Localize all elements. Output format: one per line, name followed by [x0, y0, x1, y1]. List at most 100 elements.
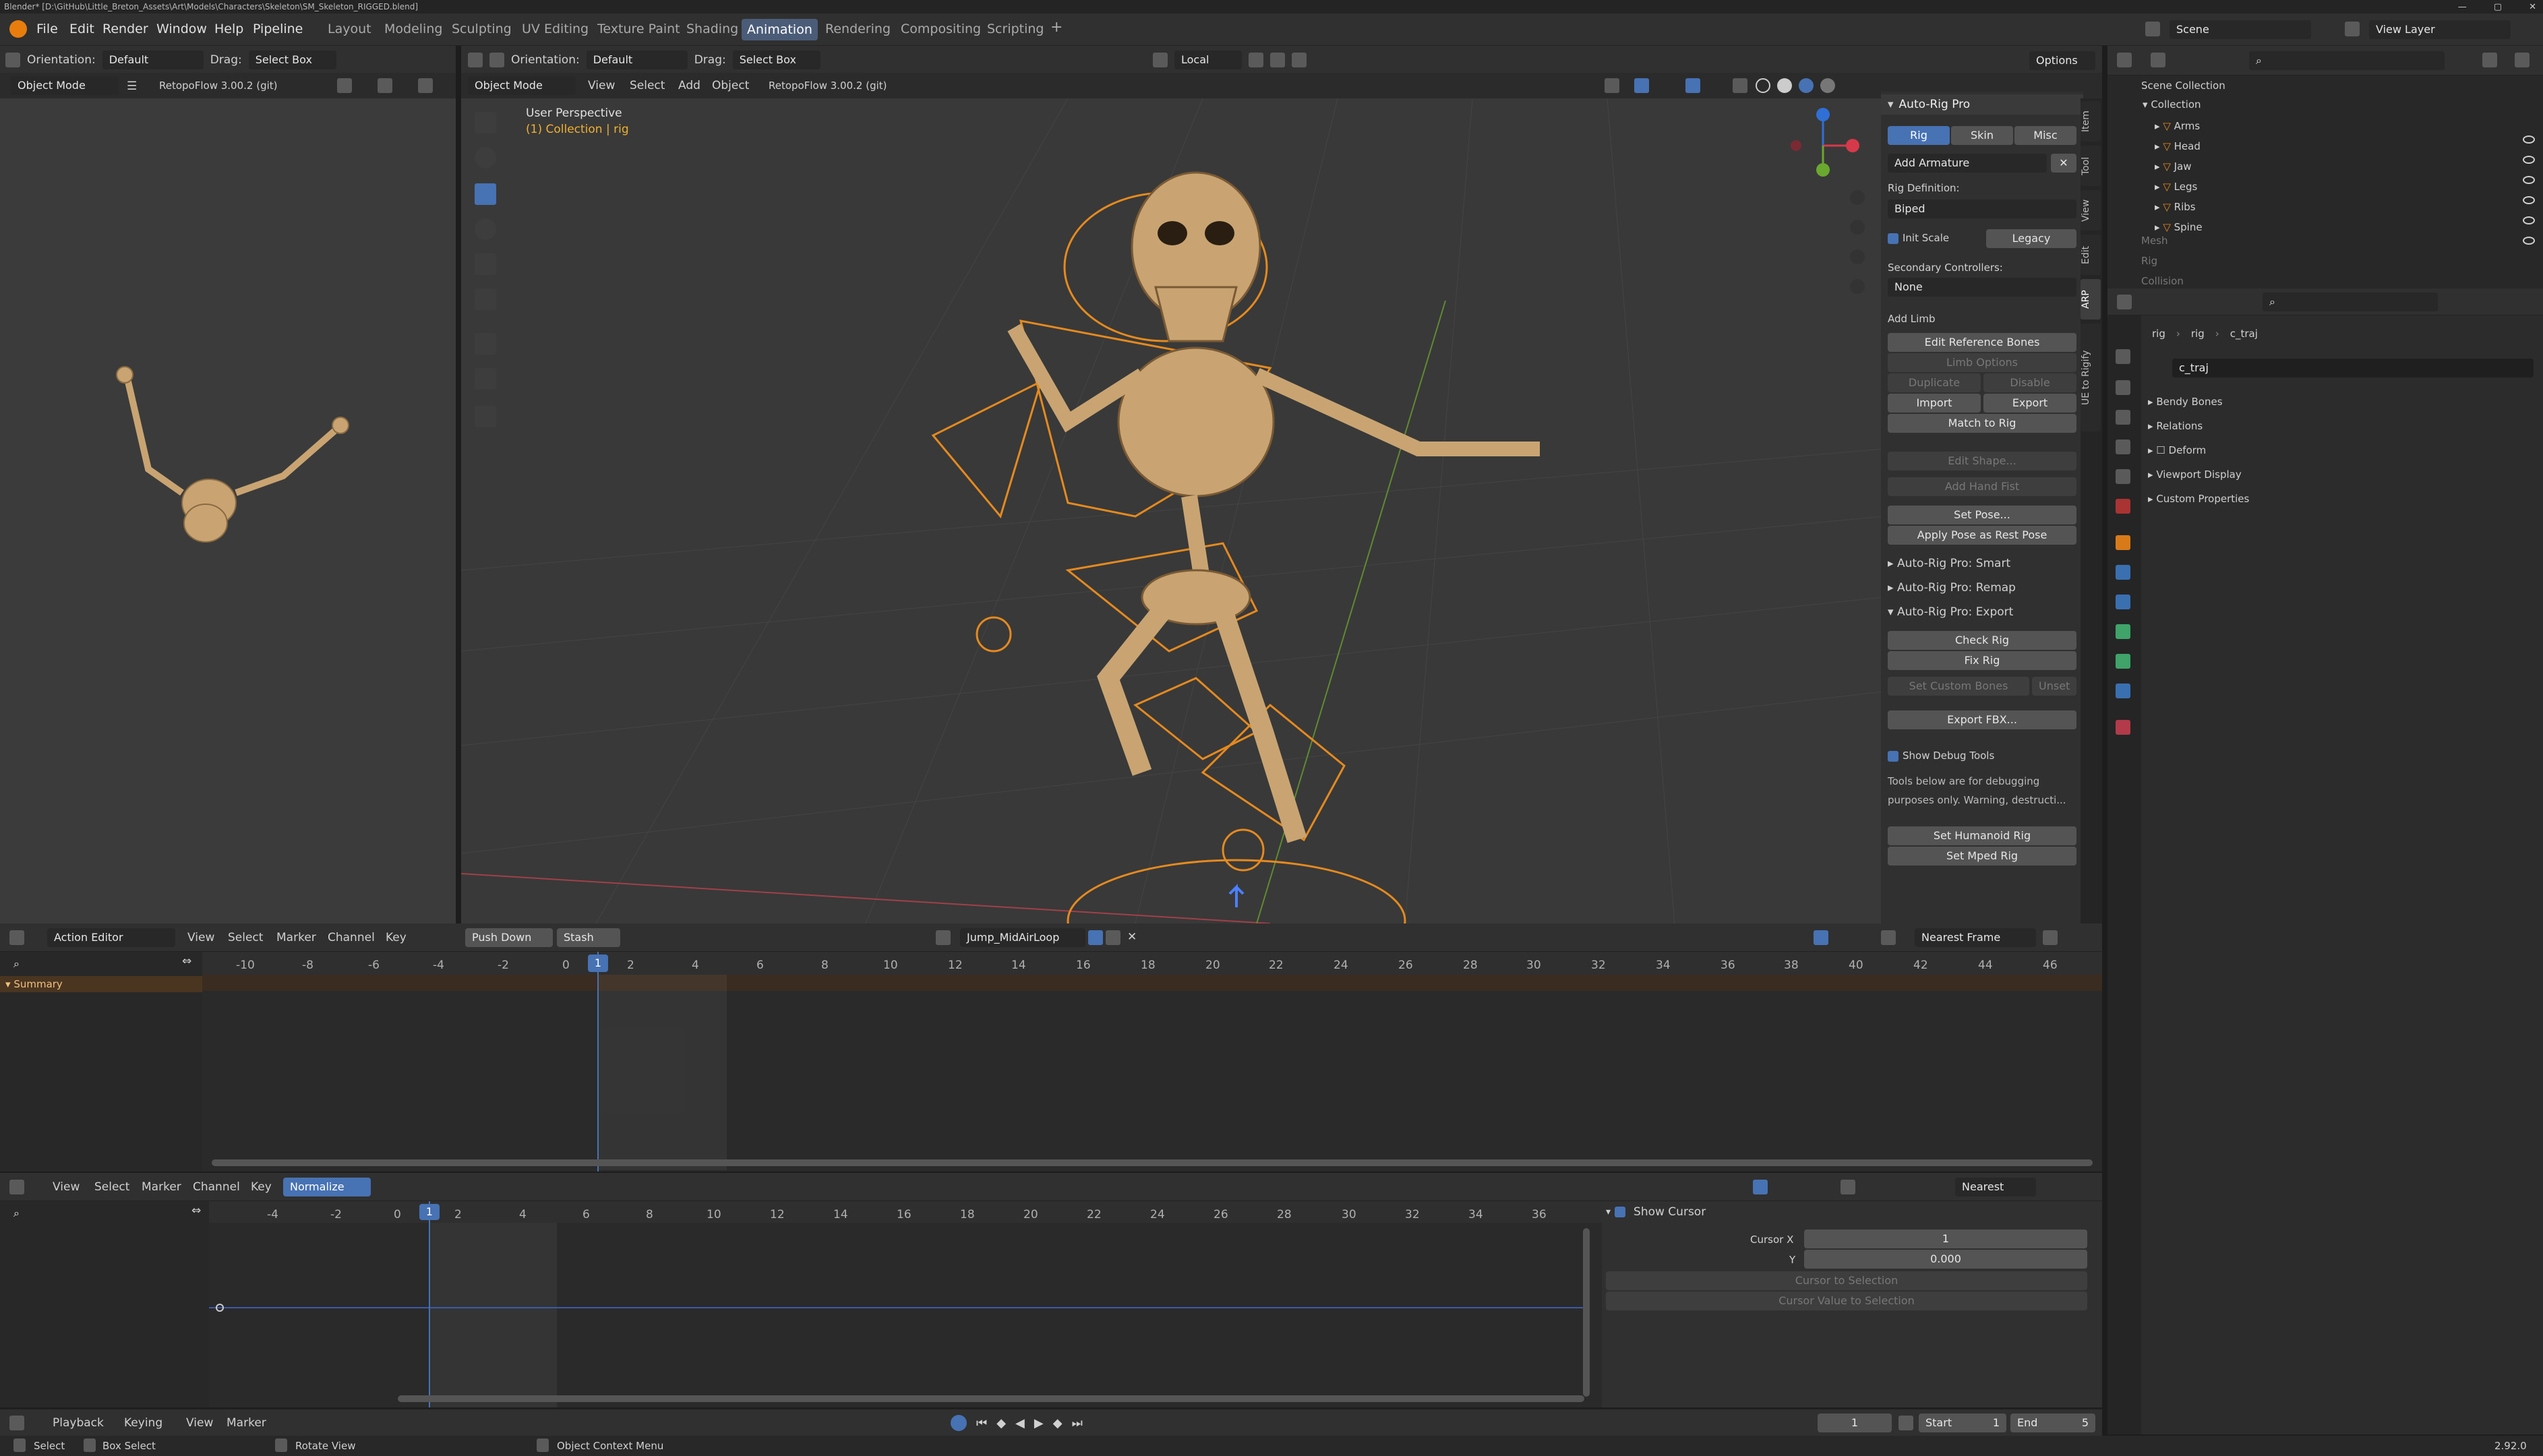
action-name-field[interactable]: Jump_MidAirLoop: [960, 928, 1085, 947]
action-icon[interactable]: [936, 930, 951, 945]
scene-icon[interactable]: [2145, 22, 2160, 36]
edit-reference-bones-button[interactable]: Edit Reference Bones: [1888, 333, 2076, 352]
eye-icon[interactable]: [2523, 156, 2535, 164]
workspace-uv-editing[interactable]: UV Editing: [522, 22, 589, 36]
workspace-animation[interactable]: Animation: [742, 19, 818, 40]
init-scale-checkbox[interactable]: Init Scale: [1888, 232, 1949, 244]
action-menu-key[interactable]: Key: [386, 931, 407, 944]
arp-tab-misc[interactable]: Misc: [2014, 126, 2076, 145]
wireframe-shading-icon[interactable]: [1756, 78, 1770, 93]
export-button[interactable]: Export: [1983, 394, 2076, 413]
workspace-texture-paint[interactable]: Texture Paint: [597, 22, 680, 36]
main-move-tool-icon[interactable]: [489, 53, 504, 67]
current-frame-field[interactable]: 1: [1818, 1414, 1892, 1432]
graph-menu-marker[interactable]: Marker: [142, 1180, 181, 1194]
view-layer-selector[interactable]: View Layer: [2369, 20, 2511, 39]
transform-tool-icon[interactable]: [475, 289, 496, 310]
action-editor-mode-dropdown[interactable]: Action Editor: [47, 928, 175, 947]
workspace-modeling[interactable]: Modeling: [384, 22, 442, 36]
apply-pose-rest-button[interactable]: Apply Pose as Rest Pose: [1888, 526, 2076, 545]
graph-editor-icon[interactable]: [9, 1180, 24, 1194]
eye-icon[interactable]: [2523, 176, 2535, 184]
action-playhead[interactable]: [597, 952, 599, 1172]
left-viewport[interactable]: [0, 98, 456, 923]
outliner-item-ribs[interactable]: ▸ ▽ Ribs: [2155, 197, 2539, 217]
blender-logo-icon[interactable]: [9, 20, 27, 38]
arp-remap-panel[interactable]: ▸ Auto-Rig Pro: Remap: [1888, 581, 2016, 595]
view-layer-icon[interactable]: [2345, 22, 2360, 36]
graph-only-selected-icon[interactable]: [1753, 1180, 1768, 1194]
outliner-item-mesh[interactable]: Mesh: [2141, 231, 2539, 251]
annotate-tool-icon[interactable]: [475, 333, 496, 355]
set-humanoid-rig-button[interactable]: Set Humanoid Rig: [1888, 826, 2076, 845]
export-fbx-button[interactable]: Export FBX...: [1888, 710, 2076, 729]
left-mode-dropdown[interactable]: Object Mode: [11, 76, 119, 95]
graph-menu-channel[interactable]: Channel: [193, 1180, 240, 1194]
legacy-button[interactable]: Legacy: [1986, 229, 2076, 248]
properties-search-input[interactable]: ⌕: [2263, 293, 2438, 311]
match-to-rig-button[interactable]: Match to Rig: [1888, 414, 2076, 433]
timeline-editor-icon[interactable]: [9, 1416, 24, 1430]
graph-current-frame[interactable]: 1: [419, 1204, 440, 1220]
duplicate-action-icon[interactable]: [1106, 930, 1120, 945]
menu-window[interactable]: Window: [156, 22, 207, 36]
set-custom-bones-button[interactable]: Set Custom Bones: [1888, 677, 2029, 696]
action-menu-select[interactable]: Select: [228, 931, 263, 944]
bone-name-field[interactable]: c_traj: [2172, 359, 2534, 377]
menu-edit[interactable]: Edit: [69, 22, 94, 36]
add-workspace-icon[interactable]: +: [1050, 19, 1063, 36]
graph-menu-view[interactable]: View: [53, 1180, 80, 1194]
rendered-shading-icon[interactable]: [1820, 78, 1835, 93]
gizmo-icon[interactable]: [1605, 78, 1619, 93]
measure-tool-icon[interactable]: [475, 368, 496, 390]
show-cursor-checkbox[interactable]: ▾ Show Cursor: [1606, 1205, 1706, 1219]
cursor-to-selection-button[interactable]: Cursor to Selection: [1606, 1271, 2087, 1290]
outliner-item-legs[interactable]: ▸ ▽ Legs: [2155, 177, 2539, 197]
action-menu-view[interactable]: View: [187, 931, 214, 944]
workspace-compositing[interactable]: Compositing: [901, 22, 981, 36]
edit-shape-button[interactable]: Edit Shape...: [1888, 452, 2076, 471]
jump-start-icon[interactable]: ⏮: [976, 1416, 987, 1430]
cursor-x-field[interactable]: 1: [1804, 1230, 2087, 1248]
new-collection-icon[interactable]: [2515, 53, 2530, 67]
scene-props-icon[interactable]: [2116, 469, 2130, 484]
tab-view[interactable]: View: [2081, 190, 2101, 231]
scene-collection-row[interactable]: Scene Collection: [2141, 80, 2225, 92]
secondary-controllers-dropdown[interactable]: None: [1888, 278, 2076, 297]
add-cube-tool-icon[interactable]: [475, 406, 496, 427]
bone-props-icon[interactable]: [2116, 654, 2130, 669]
duplicate-button[interactable]: Duplicate: [1888, 373, 1981, 392]
arp-panel-header[interactable]: ▾ Auto-Rig Pro: [1881, 94, 2083, 115]
add-hand-fist-button[interactable]: Add Hand Fist: [1888, 477, 2076, 496]
graph-snap-dropdown[interactable]: Nearest Frame: [1955, 1178, 2036, 1212]
snap-toggle-icon[interactable]: [1249, 53, 1263, 67]
start-frame-field[interactable]: Start 1: [1919, 1414, 2006, 1432]
drag-dropdown[interactable]: Select Box: [248, 51, 336, 69]
timeline-menu-view[interactable]: View: [186, 1416, 213, 1430]
action-timeline-ruler[interactable]: -10 -8 -6 -4 -2 0 2 4 6 8 10 12 14 16 18…: [202, 952, 2102, 975]
next-key-icon[interactable]: ◆: [1053, 1416, 1063, 1430]
outliner-item-rig[interactable]: Rig: [2141, 251, 2539, 271]
eye-icon[interactable]: [2523, 135, 2535, 144]
action-channel-search[interactable]: ⌕: [7, 954, 179, 972]
workspace-scripting[interactable]: Scripting: [987, 22, 1044, 36]
timeline-menu-playback[interactable]: Playback: [53, 1416, 104, 1430]
output-props-icon[interactable]: [2116, 410, 2130, 425]
proportional-icon[interactable]: [378, 78, 392, 93]
panel-bendy-bones[interactable]: ▸ Bendy Bones: [2148, 390, 2249, 414]
viewport-menu-object[interactable]: Object: [712, 79, 749, 92]
filter-icon[interactable]: [1881, 930, 1896, 945]
set-pose-button[interactable]: Set Pose...: [1888, 506, 2076, 524]
preview-range-icon[interactable]: [1898, 1416, 1913, 1430]
move-tool-icon[interactable]: [475, 183, 496, 205]
graph-editor[interactable]: ⌕ ⇔ -4 -2 0 2 4 6 8 10 12 14 16 18 20 22…: [0, 1201, 2102, 1407]
only-selected-icon[interactable]: [1814, 930, 1828, 945]
fix-rig-button[interactable]: Fix Rig: [1888, 651, 2076, 670]
graph-channel-search[interactable]: ⌕: [7, 1204, 189, 1221]
unset-button[interactable]: Unset: [2032, 677, 2076, 696]
panel-custom-properties[interactable]: ▸ Custom Properties: [2148, 487, 2249, 511]
arp-export-panel[interactable]: ▾ Auto-Rig Pro: Export: [1888, 605, 2013, 619]
left-retopoflow-menu[interactable]: RetopoFlow 3.00.2 (git): [159, 80, 278, 92]
scene-selector[interactable]: Scene: [2170, 20, 2311, 39]
graph-timeline-ruler[interactable]: -4 -2 0 2 4 6 8 10 12 14 16 18 20 22 24 …: [209, 1201, 1602, 1223]
